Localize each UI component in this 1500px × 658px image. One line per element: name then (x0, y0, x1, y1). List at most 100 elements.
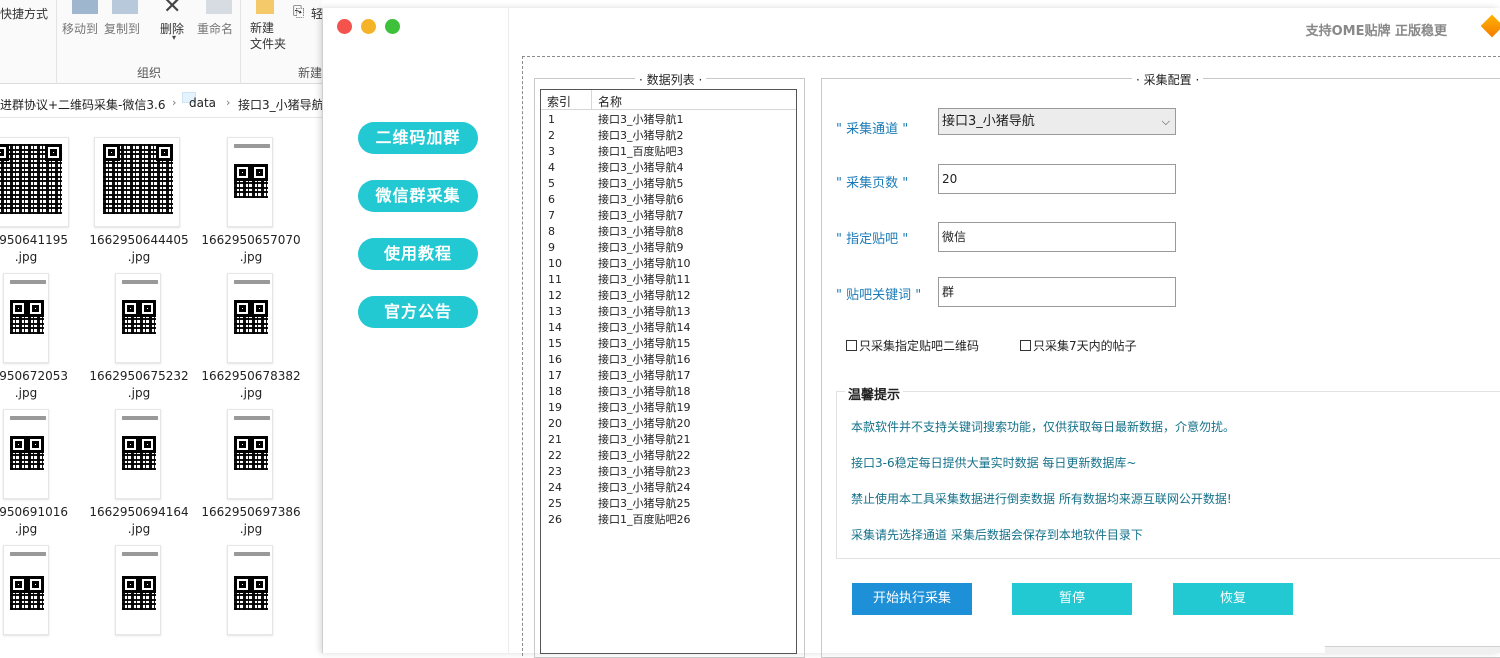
breadcrumb-item[interactable]: 进群协议+二维码采集-微信3.6 (0, 96, 165, 113)
data-list-title: · 数据列表 · (635, 71, 707, 88)
tutorial-button[interactable]: 使用教程 (358, 238, 478, 270)
file-name[interactable]: 62950641195 .jpg (0, 232, 81, 266)
list-row[interactable]: 23 接口3_小猪导航23 (541, 464, 796, 480)
list-row[interactable]: 17 接口3_小猪导航17 (541, 368, 796, 384)
list-row[interactable]: 15 接口3_小猪导航15 (541, 336, 796, 352)
breadcrumb-item[interactable]: data (182, 92, 216, 110)
list-row[interactable]: 7 接口3_小猪导航7 (541, 208, 796, 224)
resume-button[interactable]: 恢复 (1173, 583, 1293, 615)
official-notice-button[interactable]: 官方公告 (358, 296, 478, 328)
breadcrumb-item[interactable]: 接口3_小猪导航 (238, 96, 322, 113)
image-thumbnail[interactable] (115, 545, 161, 635)
list-row[interactable]: 3 接口1_百度贴吧3 (541, 144, 796, 160)
only-7-days-checkbox[interactable]: 只采集7天内的帖子 (1020, 337, 1137, 354)
column-divider[interactable] (591, 90, 592, 110)
image-thumbnail[interactable] (94, 137, 180, 227)
file-name[interactable]: 1662950697386 .jpg (196, 504, 306, 538)
list-row[interactable]: 6 接口3_小猪导航6 (541, 192, 796, 208)
only-tieba-qr-checkbox[interactable]: 只采集指定贴吧二维码 (846, 337, 979, 354)
list-row[interactable]: 26 接口1_百度贴吧26 (541, 512, 796, 528)
image-thumbnail[interactable] (115, 273, 161, 363)
group-organize-label: 组织 (137, 66, 162, 80)
file-name[interactable]: 62950672053 .jpg (0, 368, 81, 402)
file-name[interactable]: 1662950678382 .jpg (196, 368, 306, 402)
easy-access-button[interactable]: 轻 (311, 5, 322, 22)
thumbnail-title (122, 416, 158, 420)
list-row[interactable]: 14 接口3_小猪导航14 (541, 320, 796, 336)
row-index: 16 (548, 353, 562, 366)
minimize-window-button[interactable] (361, 19, 376, 34)
file-name-text: 1662950697386 (201, 505, 301, 519)
move-to-icon (72, 0, 98, 14)
copy-to-button[interactable]: 复制到 (104, 20, 140, 37)
pause-button[interactable]: 暂停 (1012, 583, 1132, 615)
file-name[interactable]: 1662950694164 .jpg (84, 504, 194, 538)
thumbnail-title (234, 144, 270, 148)
file-ext-text: .jpg (127, 522, 151, 536)
quick-access-shortcut[interactable]: 快捷方式 (0, 5, 48, 22)
ribbon-divider (56, 0, 57, 84)
pages-input[interactable]: 20 (938, 164, 1176, 194)
row-index: 5 (548, 177, 555, 190)
row-name: 接口3_小猪导航25 (598, 497, 691, 510)
image-thumbnail[interactable] (227, 273, 273, 363)
row-name: 接口3_小猪导航19 (598, 401, 691, 414)
list-row[interactable]: 11 接口3_小猪导航11 (541, 272, 796, 288)
list-row[interactable]: 18 接口3_小猪导航18 (541, 384, 796, 400)
keyword-label: " 贴吧关键词 " (836, 288, 922, 303)
move-to-button[interactable]: 移动到 (62, 20, 98, 37)
checkbox-box[interactable] (1020, 340, 1031, 351)
list-row[interactable]: 25 接口3_小猪导航25 (541, 496, 796, 512)
file-name[interactable]: 1662950644405 .jpg (84, 232, 194, 266)
collect-config-group: · 采集配置 · " 采集通道 " 接口3_小猪导航 ⌵ " 采集页数 " 20… (821, 71, 1500, 658)
tieba-input[interactable]: 微信 (938, 222, 1176, 252)
file-name[interactable]: 1662950675232 .jpg (84, 368, 194, 402)
wechat-group-collect-button[interactable]: 微信群采集 (358, 180, 478, 212)
list-row[interactable]: 10 接口3_小猪导航10 (541, 256, 796, 272)
row-index: 22 (548, 449, 562, 462)
image-thumbnail[interactable] (3, 409, 49, 499)
list-row[interactable]: 19 接口3_小猪导航19 (541, 400, 796, 416)
close-window-button[interactable] (337, 19, 352, 34)
channel-label: " 采集通道 " (836, 122, 909, 137)
list-row[interactable]: 24 接口3_小猪导航24 (541, 480, 796, 496)
list-row[interactable]: 12 接口3_小猪导航12 (541, 288, 796, 304)
horizontal-scrollbar[interactable] (1325, 646, 1500, 653)
tip-line: 本款软件并不支持关键词搜索功能，仅供获取每日最新数据，介意勿扰。 (851, 420, 1236, 434)
list-row[interactable]: 4 接口3_小猪导航4 (541, 160, 796, 176)
image-thumbnail[interactable] (115, 409, 161, 499)
column-header-name[interactable]: 名称 (598, 93, 622, 110)
row-index: 11 (548, 273, 562, 286)
row-index: 18 (548, 385, 562, 398)
data-list-view[interactable]: 索引 名称 1 接口3_小猪导航1 2 接口3_小猪导航2 3 接口1_百度贴吧3 4 接口3… (540, 89, 797, 654)
start-collect-button[interactable]: 开始执行采集 (852, 583, 972, 615)
image-thumbnail[interactable] (0, 137, 69, 227)
list-row[interactable]: 5 接口3_小猪导航5 (541, 176, 796, 192)
file-name[interactable]: 1662950657070 .jpg (196, 232, 306, 266)
list-row[interactable]: 8 接口3_小猪导航8 (541, 224, 796, 240)
list-row[interactable]: 2 接口3_小猪导航2 (541, 128, 796, 144)
list-row[interactable]: 9 接口3_小猪导航9 (541, 240, 796, 256)
qr-join-group-button[interactable]: 二维码加群 (358, 122, 478, 154)
image-thumbnail[interactable] (227, 137, 273, 227)
image-thumbnail[interactable] (3, 273, 49, 363)
list-row[interactable]: 16 接口3_小猪导航16 (541, 352, 796, 368)
image-thumbnail[interactable] (3, 545, 49, 635)
keyword-input[interactable]: 群 (938, 277, 1176, 307)
file-name[interactable]: 62950691016 .jpg (0, 504, 81, 538)
list-row[interactable]: 21 接口3_小猪导航21 (541, 432, 796, 448)
list-row[interactable]: 1 接口3_小猪导航1 (541, 112, 796, 128)
rename-button[interactable]: 重命名 (197, 20, 233, 37)
image-thumbnail[interactable] (227, 545, 273, 635)
list-row[interactable]: 22 接口3_小猪导航22 (541, 448, 796, 464)
image-thumbnail[interactable] (227, 409, 273, 499)
maximize-window-button[interactable] (385, 19, 400, 34)
checkbox-box[interactable] (846, 340, 857, 351)
row-index: 7 (548, 209, 555, 222)
new-folder-button[interactable]: 新建 文件夹 (250, 20, 286, 52)
channel-select[interactable]: 接口3_小猪导航 ⌵ (938, 108, 1176, 135)
column-header-index[interactable]: 索引 (547, 93, 571, 110)
list-row[interactable]: 13 接口3_小猪导航13 (541, 304, 796, 320)
delete-dropdown-icon[interactable]: ▾ (172, 33, 176, 42)
list-row[interactable]: 20 接口3_小猪导航20 (541, 416, 796, 432)
